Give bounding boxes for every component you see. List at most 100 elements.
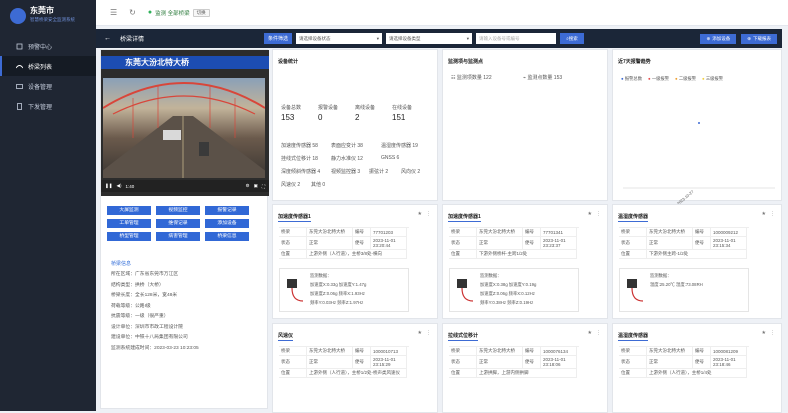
stat-alarm-label: 报警设备 [318,105,339,111]
location-selector[interactable]: ● 监测 全部桥梁 切换 [148,8,210,17]
info-value: 1000081209 [711,347,747,356]
type-count: 深度倾斜传感器 4 [281,169,321,175]
volume-icon[interactable]: ◀) [117,183,122,189]
sensor-card[interactable]: 加速度传感器1 ★ ⋮ 桥梁 东莞大汾北特大桥 编号 77701341 状态 正常 便号 2023-… [442,204,608,319]
sensor-info-table: 桥梁 东莞大汾北特大桥 编号 1000010713 状态 正常 便号 2023-11-01 2… [279,346,409,378]
work-order-button[interactable]: 工单管理 [107,219,151,228]
star-icon[interactable]: ★ [588,330,592,336]
sidebar-item-bridges[interactable]: 桥梁列表 [0,56,96,76]
sidebar-item-alerts[interactable]: 预警中心 [0,36,96,56]
big-screen-button[interactable]: 大屏监测 [107,206,151,215]
more-icon[interactable]: ⋮ [426,211,431,217]
add-device-button[interactable]: ⊕ 添加设备 [700,33,737,44]
info-key: 桥梁 [279,228,307,237]
stat-total-label: 设备总数 [281,105,302,111]
stat-offline-value: 2 [355,113,360,122]
star-icon[interactable]: ★ [762,330,766,336]
sensor-data-line: 频率Y:0.38Hz 频率Z:0.19Hz [480,300,534,305]
more-icon[interactable]: ⋮ [596,330,601,336]
video-monitor-button[interactable]: 视频监控 [156,206,200,215]
sensor-card[interactable]: 拉线式位移计 ★ ⋮ 桥梁 东莞大汾北特大桥 编号 1000076134 状态 正常 便号 2023… [442,323,608,413]
trend-chart [623,122,775,189]
sensor-data-box: 监测数据： 加速度X:0.33g 加速度Y:1.47g 加速度Z:0.06g 频率X… [279,268,409,312]
device-type-value: 请选择设备类型 [389,35,421,41]
add-device-label: 添加设备 [712,35,731,41]
sensor-card[interactable]: 加速度传感器1 ★ ⋮ 桥梁 东莞大汾北特大桥 编号 77701203 状态 正常 便号 2023-… [272,204,438,319]
info-build-unit: 建设单位：中铁十八局集团有限公司 [111,335,188,340]
device-status-select[interactable]: 请选择设备状态 ▾ [296,33,383,44]
search-button[interactable]: ⌕ 搜索 [560,33,585,44]
detail-toolbar: ← 桥梁详情 条件筛选 请选择设备状态 ▾ 请选择设备类型 ▾ 请输入设备号或编号 … [96,29,782,48]
info-value: 2023-11-01 23:20:44 [371,237,407,250]
star-icon[interactable]: ★ [418,330,422,336]
sensor-card[interactable]: 风速仪 ★ ⋮ 桥梁 东莞大汾北特大桥 编号 1000010713 状态 正常 便号 2023-11… [272,323,438,413]
sensor-card[interactable]: 温湿度传感器 ★ ⋮ 桥梁 东莞大汾北特大桥 编号 1000009212 状态 正常 便号 2023… [612,204,782,319]
info-key: 编号 [693,347,711,356]
maintenance-records-button[interactable]: 维保记录 [156,219,200,228]
sensor-data-line: 加速度Z:0.06g 频率X:1.93Hz [310,291,365,296]
info-structure: 结构类型：拱桥（大桥） [111,282,164,288]
info-value: 2023-11-01 23:15:29 [371,356,407,369]
info-value: 东莞大汾北特大桥 [307,228,353,237]
sensor-data: 监测数据： 加速度X:0.38g 加速度Y:0.19g 加速度Z:0.06g 频率X… [480,271,536,307]
page-title: 桥梁详情 [120,37,145,43]
sidebar-item-devices[interactable]: 设备管理 [0,76,96,96]
more-icon[interactable]: ⋮ [426,330,431,336]
device-type-select[interactable]: 请选择设备类型 ▾ [386,33,473,44]
info-region: 所在区域：广东省东莞市万江区 [111,272,179,277]
type-count: 视频监控器 3 [331,169,361,175]
info-value: 77701341 [541,228,577,237]
brand-title: 东莞市 [30,6,54,15]
menu-icon[interactable]: ☰ [110,8,117,17]
more-icon[interactable]: ⋮ [770,211,775,217]
alarm-records-button[interactable]: 报警记录 [205,206,249,215]
more-icon[interactable]: ⋮ [596,211,601,217]
device-status-value: 请选择设备状态 [299,35,331,41]
download-report-button[interactable]: ⊕ 下载报表 [741,33,777,44]
bridge-panel: 东莞大汾北特大桥 ❚❚ ◀) 1:40 ⚙ ▣ ⛶ 大屏监测 视频监控 报警记录… [100,49,269,409]
info-key: 便号 [523,237,541,250]
bridge-icon [15,63,24,70]
pause-icon[interactable]: ❚❚ [105,183,113,189]
info-key: 编号 [353,228,371,237]
star-icon[interactable]: ★ [418,211,422,217]
bridge-type-button[interactable]: 桥型管理 [107,232,151,241]
info-key: 便号 [353,237,371,250]
fullscreen-icon[interactable]: ⛶ [262,184,265,189]
card-tools: ★ ⋮ [418,330,431,336]
type-count: 其他 0 [311,182,326,188]
bridge-name: 东莞大汾北特大桥 [101,56,269,69]
info-value: 东莞大汾北特大桥 [477,347,523,356]
sidebar-item-dispatch[interactable]: 下发管理 [0,96,96,116]
sensor-data-line: 监测数据： [310,273,332,278]
settings-icon[interactable]: ⚙ [246,183,250,189]
video-player[interactable]: 东莞大汾北特大桥 ❚❚ ◀) 1:40 ⚙ ▣ ⛶ [101,50,269,196]
search-input[interactable]: 请输入设备号或编号 [476,33,557,44]
sensor-card[interactable]: 温湿度传感器 ★ ⋮ 桥梁 东莞大汾北特大桥 编号 1000081209 状态 正常 便号 2023… [612,323,782,413]
switch-location-button[interactable]: 切换 [192,8,210,17]
type-count: 加速度传感器 58 [281,143,318,149]
sidebar-item-label: 设备管理 [28,84,53,91]
back-arrow-icon[interactable]: ← [104,35,116,42]
card-tools: ★ ⋮ [588,330,601,336]
refresh-icon[interactable]: ↻ [129,8,136,17]
sidebar: 东莞市 智慧桥梁安全监测系统 预警中心 桥梁列表 设备管理 下发管理 [0,0,96,411]
defect-management-button[interactable]: 病害管理 [156,232,200,241]
monitor-points-text: 监测点数量 153 [527,75,563,81]
sensor-info-table: 桥梁 东莞大汾北特大桥 编号 1000081209 状态 正常 便号 2023-11-01 2… [619,346,749,378]
star-icon[interactable]: ★ [588,211,592,217]
type-count: 挂线式位移计 18 [281,156,318,162]
more-icon[interactable]: ⋮ [770,330,775,336]
info-value: 正常 [307,237,353,250]
sensor-image-icon [457,279,474,302]
type-count: 表面应变计 38 [331,143,363,149]
stat-offline-label: 离线设备 [355,105,376,111]
bridge-info-button[interactable]: 桥梁信息 [205,232,249,241]
type-count: 振弦计 2 [369,169,389,175]
pip-icon[interactable]: ▣ [254,183,258,189]
sensor-info-table: 桥梁 东莞大汾北特大桥 编号 1000009212 状态 正常 便号 2023-11-01 2… [619,227,749,259]
brand-subtitle: 智慧桥梁安全监测系统 [30,17,75,22]
add-device-button-2[interactable]: 添加设备 [205,219,249,228]
star-icon[interactable]: ★ [762,211,766,217]
info-value: 正常 [307,356,353,369]
